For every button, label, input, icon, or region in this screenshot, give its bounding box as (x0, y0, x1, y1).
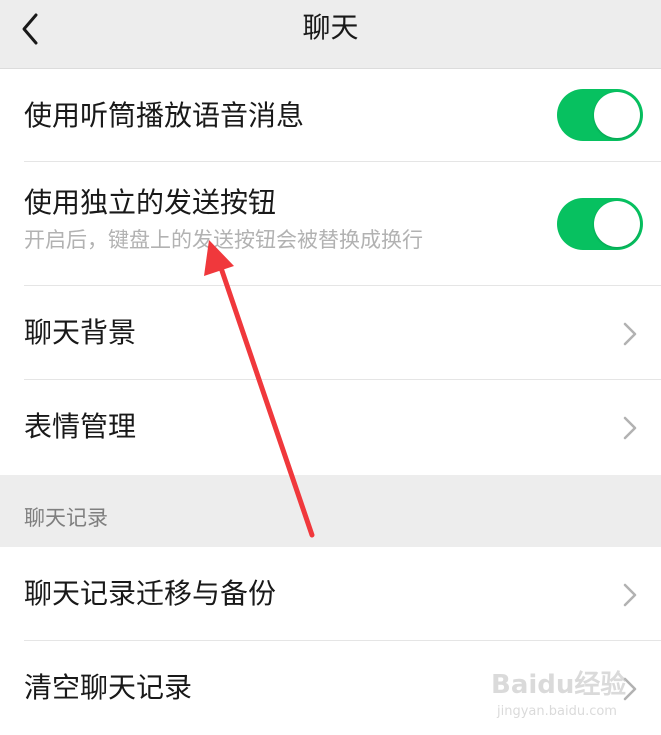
send-button-toggle[interactable] (557, 198, 643, 250)
navigation-bar: 聊天 (0, 0, 661, 69)
chevron-right-icon (623, 677, 637, 701)
chevron-left-icon (22, 13, 38, 45)
chat-settings-group: 使用听筒播放语音消息 使用独立的发送按钮 开启后，键盘上的发送按钮会被替换成换行… (0, 69, 661, 475)
page-title: 聊天 (302, 11, 359, 44)
sticker-management-row[interactable]: 表情管理 (0, 380, 661, 475)
chat-background-label: 聊天背景 (24, 316, 137, 349)
send-button-description: 开启后，键盘上的发送按钮会被替换成换行 (24, 228, 423, 252)
section-header-label: 聊天记录 (24, 506, 108, 530)
toggle-knob (594, 201, 640, 247)
chevron-right-icon (623, 322, 637, 346)
clear-history-row[interactable]: 清空聊天记录 (0, 641, 661, 735)
migrate-backup-row[interactable]: 聊天记录迁移与备份 (0, 547, 661, 641)
earpiece-playback-toggle[interactable] (557, 89, 643, 141)
migrate-backup-label: 聊天记录迁移与备份 (24, 577, 277, 610)
toggle-knob (594, 92, 640, 138)
earpiece-playback-label: 使用听筒播放语音消息 (24, 99, 305, 132)
clear-history-label: 清空聊天记录 (24, 671, 193, 704)
send-button-label: 使用独立的发送按钮 (24, 186, 277, 219)
earpiece-playback-row: 使用听筒播放语音消息 (0, 69, 661, 162)
chat-history-group: 聊天记录迁移与备份 清空聊天记录 (0, 547, 661, 735)
chat-background-row[interactable]: 聊天背景 (0, 286, 661, 380)
send-button-row: 使用独立的发送按钮 开启后，键盘上的发送按钮会被替换成换行 (0, 162, 661, 286)
chevron-right-icon (623, 416, 637, 440)
back-button[interactable] (12, 9, 52, 49)
chat-history-section-header: 聊天记录 (0, 475, 661, 547)
chevron-right-icon (623, 583, 637, 607)
sticker-management-label: 表情管理 (24, 410, 137, 443)
